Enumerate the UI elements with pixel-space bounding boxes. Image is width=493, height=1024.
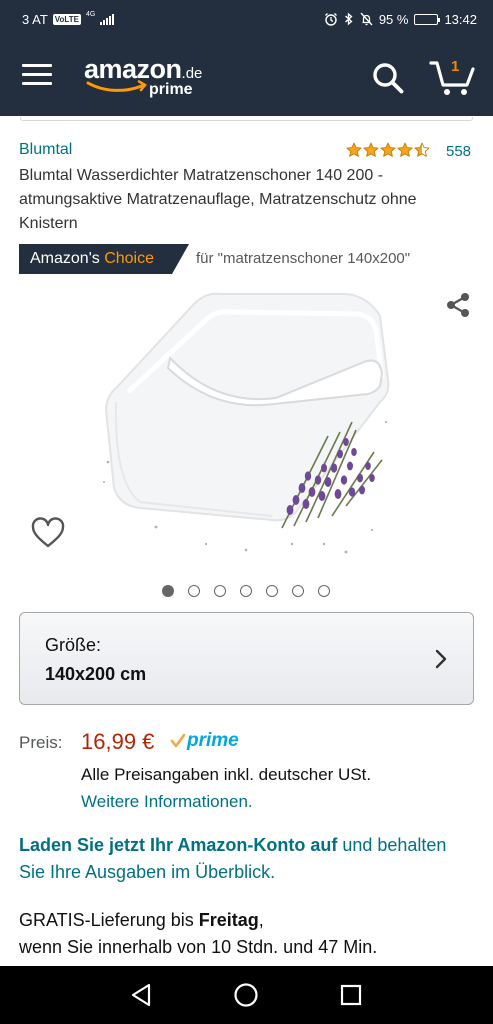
- carousel-dot[interactable]: [188, 585, 200, 597]
- app-header: amazon.de prime 1: [0, 38, 493, 116]
- cart-count: 1: [451, 58, 460, 75]
- signal-icon: [100, 13, 115, 25]
- system-nav-bar: [0, 966, 493, 1024]
- home-icon[interactable]: [233, 982, 259, 1008]
- status-bar: 3 AT VoLTE 4G 95 % 13:42: [0, 0, 493, 38]
- cart-button[interactable]: 1: [428, 58, 476, 98]
- logo-prime: prime: [149, 81, 193, 98]
- heart-icon: [31, 517, 65, 548]
- delivery-day: Freitag: [198, 910, 259, 930]
- product-title: Blumtal Wasserdichter Matratzenschoner 1…: [19, 167, 417, 232]
- alarm-icon: [324, 13, 337, 26]
- bluetooth-icon: [344, 12, 353, 26]
- chevron-right-icon: [435, 649, 447, 669]
- reload-promo-link[interactable]: Laden Sie jetzt Ihr Amazon-Konto auf und…: [19, 832, 474, 886]
- carrier-name: 3 AT: [22, 11, 48, 27]
- star-icon: [397, 142, 413, 157]
- star-rating[interactable]: [346, 142, 430, 158]
- promo-bold: Laden Sie jetzt Ihr Amazon-Konto auf: [19, 835, 338, 855]
- choice-prefix: Amazon's: [30, 250, 100, 267]
- share-icon: [447, 293, 469, 317]
- share-button[interactable]: [443, 290, 473, 320]
- logo-tld: .de: [181, 65, 203, 82]
- wishlist-button[interactable]: [30, 516, 66, 550]
- smile-icon: [86, 80, 147, 92]
- carousel-dot[interactable]: [318, 585, 330, 597]
- amazon-prime-logo[interactable]: amazon.de prime: [84, 54, 234, 102]
- search-icon: [373, 63, 404, 94]
- delivery-prefix: GRATIS-Lieferung bis: [19, 910, 199, 930]
- star-icon: [380, 142, 396, 157]
- recent-apps-icon[interactable]: [340, 984, 362, 1006]
- network-type: 4G: [85, 10, 96, 18]
- carousel-dot[interactable]: [292, 585, 304, 597]
- carousel-dot[interactable]: [214, 585, 226, 597]
- more-info-link[interactable]: Weitere Informationen.: [81, 792, 253, 812]
- delivery-suffix: ,: [258, 910, 264, 930]
- menu-button[interactable]: [22, 64, 52, 88]
- price-value: 16,99 €: [81, 729, 155, 754]
- search-divider: [20, 117, 473, 121]
- size-selector[interactable]: Größe: 140x200 cm: [19, 612, 474, 705]
- search-button[interactable]: [370, 60, 406, 96]
- delivery-line: GRATIS-Lieferung bis Freitag,: [19, 910, 264, 931]
- product-image[interactable]: [96, 282, 396, 562]
- star-icon: [414, 142, 430, 157]
- star-icon: [346, 142, 362, 157]
- choice-query: für "matratzenschoner 140x200": [196, 250, 411, 267]
- rating-count[interactable]: 558: [446, 143, 471, 160]
- prime-check-icon: [170, 733, 186, 748]
- choice-word: Choice: [104, 250, 155, 267]
- star-icon: [363, 142, 379, 157]
- prime-badge: prime: [170, 730, 239, 752]
- clock: 13:42: [444, 11, 477, 27]
- size-value: 140x200 cm: [45, 664, 147, 684]
- image-carousel-dots: [162, 585, 330, 597]
- delivery-deadline: wenn Sie innerhalb von 10 Stdn. und 47 M…: [19, 937, 378, 957]
- carousel-dot[interactable]: [240, 585, 252, 597]
- price-label: Preis:: [19, 733, 63, 752]
- back-icon[interactable]: [130, 983, 152, 1007]
- carousel-dot[interactable]: [162, 585, 174, 597]
- amazons-choice-badge: Amazon's Choice: [19, 244, 189, 274]
- volte-badge: VoLTE: [52, 13, 81, 25]
- mute-bell-icon: [360, 12, 373, 26]
- battery-icon: [414, 13, 441, 25]
- size-label: Größe:: [45, 635, 102, 655]
- brand-link[interactable]: Blumtal: [19, 141, 72, 159]
- battery-percent: 95 %: [378, 11, 409, 27]
- prime-word: prime: [187, 730, 239, 751]
- tax-note: Alle Preisangaben inkl. deutscher USt.: [81, 765, 372, 784]
- carousel-dot[interactable]: [266, 585, 278, 597]
